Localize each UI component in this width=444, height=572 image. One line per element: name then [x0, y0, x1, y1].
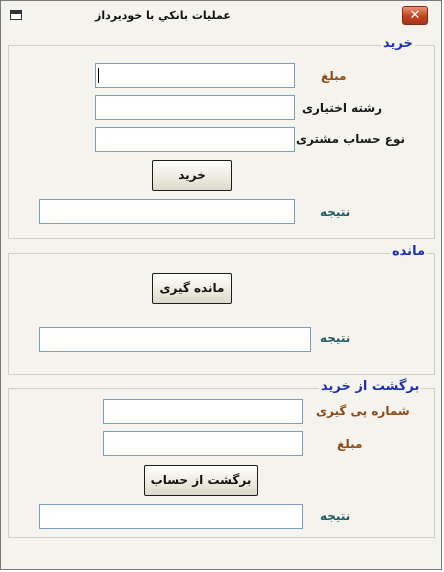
purchase-amount-label: مبلغ [321, 69, 347, 83]
account-type-label: نوع حساب مشتری [296, 132, 406, 146]
tracking-number-input[interactable] [103, 399, 303, 424]
close-button[interactable]: ✕ [402, 6, 428, 25]
optional-string-input[interactable] [95, 95, 295, 120]
window-title: عمليات بانكي با خوديرداز [95, 9, 231, 22]
tracking-number-label: شماره پی گيری [316, 404, 410, 418]
refund-result-label: نتيجه [320, 509, 351, 523]
account-type-input[interactable] [95, 127, 295, 152]
purchase-button[interactable]: خريد [152, 160, 232, 191]
purchase-amount-input[interactable] [95, 63, 295, 88]
optional-string-label: رشته اختیاری [302, 101, 383, 115]
balance-group [8, 253, 435, 375]
balance-result-field[interactable] [39, 327, 311, 352]
purchase-result-label: نتيجه [320, 205, 351, 219]
purchase-group-title: خريد [381, 36, 415, 51]
purchase-result-field[interactable] [39, 199, 295, 224]
balance-group-title: مانده [390, 244, 427, 259]
balance-result-label: نتيجه [320, 331, 351, 345]
refund-amount-label: مبلغ [337, 437, 363, 451]
balance-inquiry-button[interactable]: مانده گيری [152, 273, 232, 304]
refund-amount-input[interactable] [103, 431, 303, 456]
title-bar[interactable]: عمليات بانكي با خوديرداز ✕ [1, 1, 441, 31]
main-window: عمليات بانكي با خوديرداز ✕ خريد مبلغ رشت… [0, 0, 442, 570]
refund-result-field[interactable] [39, 504, 303, 529]
close-icon: ✕ [409, 8, 421, 23]
window-icon[interactable] [10, 10, 22, 20]
refund-button[interactable]: برگشت از حساب [144, 465, 258, 496]
refund-group-title: برگشت از خريد [319, 379, 422, 394]
text-caret [98, 68, 99, 83]
